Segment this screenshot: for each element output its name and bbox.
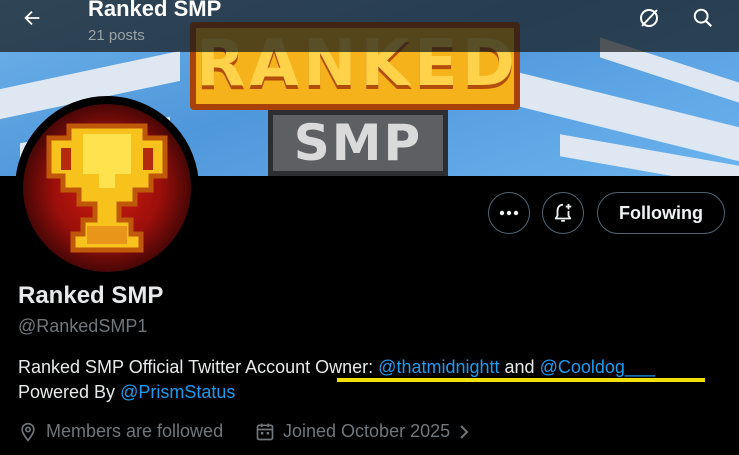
- following-button[interactable]: Following: [597, 192, 725, 234]
- mention-link-thatmidnightt[interactable]: @thatmidnightt: [378, 357, 499, 377]
- notifications-button[interactable]: [542, 192, 584, 234]
- handle: @RankedSMP1: [18, 316, 148, 336]
- avatar[interactable]: [15, 96, 199, 280]
- more-dots-icon: [499, 210, 519, 216]
- hide-button[interactable]: [632, 2, 666, 34]
- header-post-count: 21 posts: [88, 27, 145, 44]
- display-name: Ranked SMP: [18, 282, 164, 309]
- back-button[interactable]: [12, 0, 52, 36]
- bio-owner-label: Owner:: [315, 357, 379, 377]
- joined-info: Joined October 2025: [255, 421, 472, 442]
- bio-and: and: [499, 357, 540, 377]
- joined-text: Joined October 2025: [283, 421, 451, 441]
- highlight-underline: [337, 378, 705, 382]
- chevron-right-icon[interactable]: [456, 423, 472, 441]
- bell-plus-icon: [554, 203, 572, 222]
- header-title: Ranked SMP: [88, 0, 222, 21]
- location-info: Members are followed: [18, 421, 223, 442]
- banner-logo-smp: SMP: [268, 110, 448, 176]
- top-bar: Ranked SMP 21 posts: [0, 0, 739, 52]
- more-button[interactable]: [488, 192, 530, 234]
- bio-text: Ranked SMP Official Twitter Account: [18, 357, 316, 377]
- mention-link-cooldog[interactable]: @Cooldog___: [540, 357, 655, 377]
- search-button[interactable]: [686, 2, 720, 34]
- eye-slash-icon: [640, 9, 658, 27]
- bio-powered-by: Powered By: [18, 382, 121, 402]
- search-icon: [693, 8, 713, 28]
- mention-link-prismstatus[interactable]: @PrismStatus: [120, 382, 235, 402]
- location-text: Members are followed: [46, 421, 224, 441]
- arrow-left-icon: [24, 10, 40, 26]
- trophy-icon: [46, 123, 168, 253]
- calendar-icon: [256, 423, 274, 440]
- location-pin-icon: [21, 422, 35, 442]
- avatar-image: [23, 104, 191, 272]
